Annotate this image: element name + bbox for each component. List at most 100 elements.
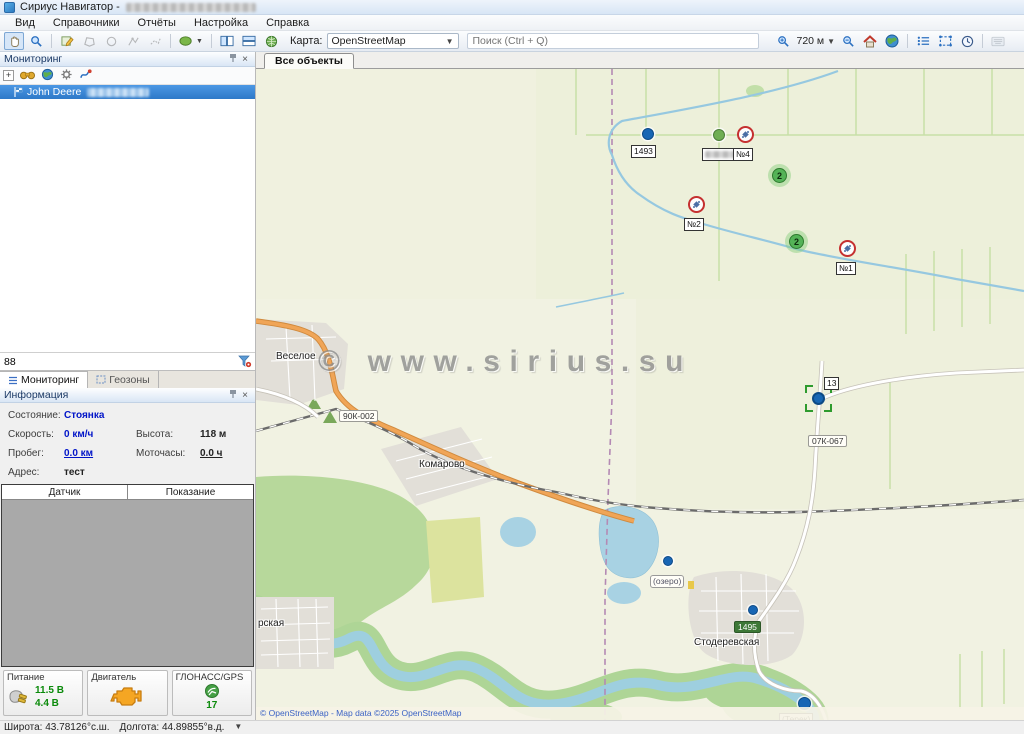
list-icon	[917, 35, 930, 47]
zoom-in-icon	[777, 35, 790, 48]
map-canvas[interactable]: Веселое Комарово Стодеревская рская (озе…	[256, 69, 1024, 720]
tab-geozones[interactable]: Геозоны	[88, 371, 158, 388]
menu-settings[interactable]: Настройка	[185, 16, 257, 30]
map-scale-select[interactable]: 720 м ▼	[797, 35, 836, 47]
zoom-tool-button[interactable]	[26, 32, 46, 50]
mileage-value[interactable]: 0.0 км	[64, 448, 136, 459]
toolbar-separator	[907, 34, 908, 48]
toolbar-separator	[170, 34, 171, 48]
search-input[interactable]	[467, 33, 759, 49]
tab-geozones-label: Геозоны	[109, 374, 149, 386]
zoom-out-button[interactable]	[838, 32, 858, 50]
place-label-veseloe: Веселое	[276, 351, 316, 362]
funnel-icon	[238, 355, 252, 368]
edit-polyline-button[interactable]	[123, 32, 143, 50]
pencil-icon	[61, 35, 74, 48]
power-voltage-1: 11.5 В	[35, 684, 64, 697]
selected-vehicle-dot	[812, 392, 825, 405]
vehicle-settings-button[interactable]	[60, 68, 73, 84]
map-tab-all-objects[interactable]: Все объекты	[264, 53, 354, 69]
geozone-sign-1[interactable]	[839, 240, 856, 257]
status-caret-icon[interactable]: ▼	[234, 722, 242, 731]
sensor-col-name[interactable]: Датчик	[2, 485, 128, 499]
cluster-marker[interactable]: 2	[768, 164, 791, 187]
add-polygon-button[interactable]	[79, 32, 99, 50]
horizontal-panel-button[interactable]	[239, 32, 259, 50]
selection-rect-icon	[939, 35, 952, 47]
state-label: Состояние:	[8, 410, 64, 421]
menu-help[interactable]: Справка	[257, 16, 318, 30]
pan-tool-button[interactable]	[4, 32, 24, 50]
vehicle-tree-item[interactable]: John Deere	[0, 85, 255, 99]
masked-vehicle-id	[87, 88, 149, 97]
speed-value: 0 км/ч	[64, 429, 136, 440]
poi-marker[interactable]	[748, 605, 758, 615]
cluster-marker[interactable]: 2	[785, 230, 808, 253]
edit-geozone-button[interactable]	[57, 32, 77, 50]
clock-icon	[961, 35, 974, 48]
close-panel-icon[interactable]: ×	[239, 54, 251, 65]
pin-panel-icon[interactable]	[227, 389, 239, 402]
sensor-table-body	[2, 500, 253, 666]
sensor-col-value[interactable]: Показание	[128, 485, 253, 499]
title-bar: Сириус Навигатор -	[0, 0, 1024, 15]
magnifier-icon	[30, 35, 43, 48]
world-view-button[interactable]	[882, 32, 902, 50]
geozone-sign-4-label: №4	[733, 148, 753, 161]
circle-zone-icon	[105, 35, 118, 48]
show-on-map-button[interactable]	[41, 68, 54, 84]
screen-keyboard-button[interactable]	[988, 32, 1008, 50]
satellite-icon	[204, 684, 220, 699]
geozone-sign-1-label: №1	[836, 262, 856, 275]
hand-icon	[8, 35, 21, 48]
geozones-visibility-button[interactable]: ▼	[176, 32, 206, 50]
add-circle-zone-button[interactable]	[101, 32, 121, 50]
cluster-count: 2	[772, 168, 787, 183]
vehicle-marker-green[interactable]	[713, 129, 725, 141]
find-vehicle-button[interactable]	[20, 69, 35, 83]
masked-title-text	[126, 3, 256, 12]
menu-reports[interactable]: Отчёты	[129, 16, 185, 30]
menu-view[interactable]: Вид	[6, 16, 44, 30]
power-voltage-2: 4.4 В	[35, 697, 64, 710]
sign-glyph-icon	[843, 244, 852, 253]
expand-all-button[interactable]: +	[3, 70, 14, 81]
gear-icon	[60, 68, 73, 81]
power-plug-icon	[7, 687, 31, 707]
menu-directories[interactable]: Справочники	[44, 16, 129, 30]
scale-caret-icon: ▼	[827, 37, 835, 46]
map-zoom-toolbar: 720 м ▼	[773, 32, 1010, 50]
geozone-sign-2[interactable]	[688, 196, 705, 213]
map-graphics	[256, 69, 1024, 720]
tab-monitoring[interactable]: Мониторинг	[0, 371, 88, 388]
map-3d-button[interactable]	[261, 32, 281, 50]
engine-icon	[110, 684, 144, 708]
selected-vehicle-label: 13	[824, 377, 839, 390]
filter-row	[0, 352, 255, 370]
vehicle-list-area[interactable]	[0, 99, 255, 352]
vehicle-marker-1493[interactable]	[642, 128, 654, 140]
pin-panel-icon[interactable]	[227, 53, 239, 66]
vehicle-flag-icon	[14, 87, 23, 97]
cut-polyline-button[interactable]	[145, 32, 165, 50]
polyline-icon	[127, 35, 140, 48]
toolbar-separator	[51, 34, 52, 48]
legend-button[interactable]	[913, 32, 933, 50]
home-view-button[interactable]	[860, 32, 880, 50]
poi-marker[interactable]	[663, 556, 673, 566]
app-logo-icon	[4, 2, 15, 13]
panels-layout-button[interactable]	[217, 32, 237, 50]
geozone-sign-4[interactable]	[737, 126, 754, 143]
filter-input[interactable]	[0, 356, 235, 368]
polygon-icon	[83, 35, 96, 48]
filter-button[interactable]	[235, 355, 255, 368]
show-track-button[interactable]	[79, 68, 93, 83]
close-panel-icon[interactable]: ×	[239, 390, 251, 401]
history-time-button[interactable]	[957, 32, 977, 50]
zoom-in-button[interactable]	[774, 32, 794, 50]
small-globe-icon	[41, 68, 54, 81]
map-provider-select[interactable]: OpenStreetMap ▼	[327, 33, 459, 49]
geozone-blob-icon	[179, 35, 194, 47]
hours-value[interactable]: 0.0 ч	[200, 448, 223, 459]
select-area-button[interactable]	[935, 32, 955, 50]
